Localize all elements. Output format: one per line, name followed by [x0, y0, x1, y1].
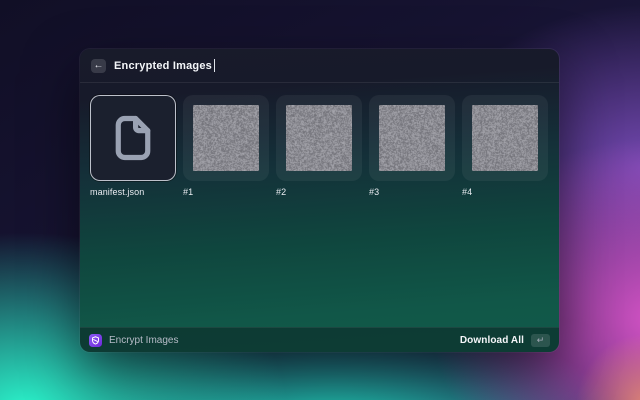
- grid-cell-2: #2: [276, 95, 362, 197]
- grid-cell-1: #1: [183, 95, 269, 197]
- encrypt-images-app-icon: [89, 334, 102, 347]
- encrypted-image-thumbnail: [472, 105, 538, 171]
- download-all-button[interactable]: Download All ↵: [460, 334, 550, 347]
- grid-item-manifest-json[interactable]: [90, 95, 176, 181]
- grid-cell-4: #4: [462, 95, 548, 197]
- grid-cell-manifest: manifest.json: [90, 95, 176, 197]
- footer-app-info: Encrypt Images: [89, 334, 178, 347]
- back-arrow-icon: ←: [94, 61, 104, 71]
- grid-item-label: manifest.json: [90, 187, 176, 197]
- download-all-label: Download All: [460, 335, 524, 346]
- image-grid: manifest.json #1 #2 #3: [80, 83, 559, 327]
- grid-item-label: #4: [462, 187, 548, 197]
- enter-key-icon: ↵: [537, 336, 545, 345]
- encrypted-images-window: ← Encrypted Images manifest.json: [80, 49, 559, 352]
- grid-item-label: #2: [276, 187, 362, 197]
- grid-item-label: #3: [369, 187, 455, 197]
- back-button[interactable]: ←: [91, 59, 106, 73]
- encrypted-image-thumbnail: [286, 105, 352, 171]
- grid-item-encrypted-3[interactable]: [369, 95, 455, 181]
- encrypted-image-thumbnail: [193, 105, 259, 171]
- window-footer: Encrypt Images Download All ↵: [80, 327, 559, 352]
- text-caret-icon: [214, 59, 215, 72]
- grid-cell-3: #3: [369, 95, 455, 197]
- window-header: ← Encrypted Images: [80, 49, 559, 83]
- app-name: Encrypt Images: [109, 335, 178, 346]
- grid-item-encrypted-4[interactable]: [462, 95, 548, 181]
- grid-item-encrypted-1[interactable]: [183, 95, 269, 181]
- grid-item-encrypted-2[interactable]: [276, 95, 362, 181]
- encrypted-image-thumbnail: [379, 105, 445, 171]
- enter-key-badge: ↵: [531, 334, 550, 347]
- shield-icon: [91, 336, 100, 345]
- grid-item-label: #1: [183, 187, 269, 197]
- header-search-input[interactable]: Encrypted Images: [114, 59, 215, 72]
- page-title: Encrypted Images: [114, 60, 212, 72]
- file-icon: [107, 110, 159, 166]
- grid-row: manifest.json #1 #2 #3: [90, 95, 549, 197]
